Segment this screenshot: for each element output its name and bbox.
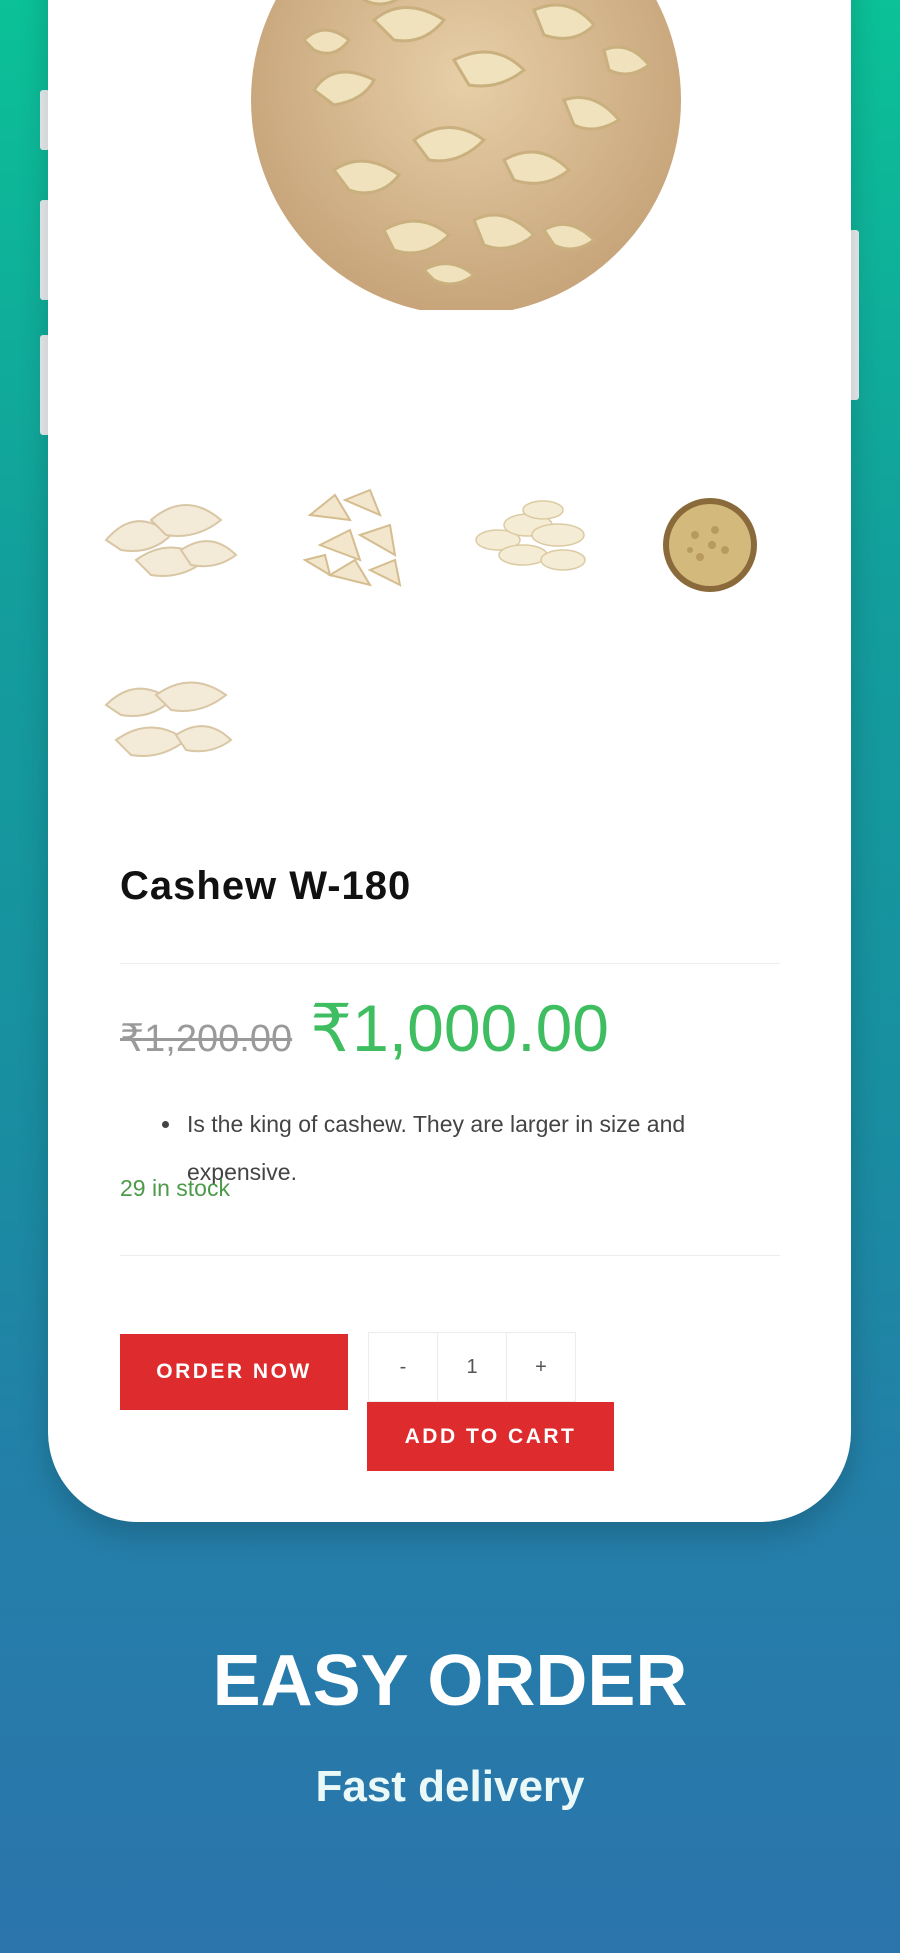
promo-headline: EASY ORDER: [212, 1641, 688, 1721]
quantity-increment-button[interactable]: +: [507, 1333, 575, 1401]
sale-price: ₹1,000.00: [310, 991, 610, 1065]
product-description: Is the king of cashew. They are larger i…: [143, 1100, 743, 1196]
quantity-value[interactable]: 1: [438, 1333, 507, 1401]
product-title: Cashew W-180: [120, 864, 412, 908]
divider-top: [120, 963, 780, 964]
product-thumbnail-5[interactable]: [96, 660, 246, 775]
phone-screen: Cashew W-180 ₹1,200.00 ₹1,000.00 Is the …: [48, 0, 851, 1522]
order-now-button[interactable]: ORDER NOW: [120, 1334, 348, 1410]
product-thumbnail-2[interactable]: [290, 475, 420, 615]
product-thumbnail-3[interactable]: [468, 480, 608, 600]
add-to-cart-button[interactable]: ADD TO CART: [367, 1402, 614, 1471]
product-thumbnail-1[interactable]: [96, 480, 246, 590]
quantity-decrement-button[interactable]: -: [369, 1333, 438, 1401]
product-thumbnail-4[interactable]: [660, 495, 760, 595]
price-row: ₹1,200.00 ₹1,000.00: [120, 990, 609, 1067]
description-bullet: Is the king of cashew. They are larger i…: [183, 1100, 743, 1196]
original-price: ₹1,200.00: [120, 1018, 293, 1060]
product-main-image[interactable]: [244, 0, 684, 310]
stock-status: 29 in stock: [120, 1175, 230, 1201]
promo-subline: Fast delivery: [315, 1762, 585, 1811]
divider-bottom: [120, 1255, 780, 1256]
quantity-stepper: - 1 +: [368, 1332, 576, 1402]
